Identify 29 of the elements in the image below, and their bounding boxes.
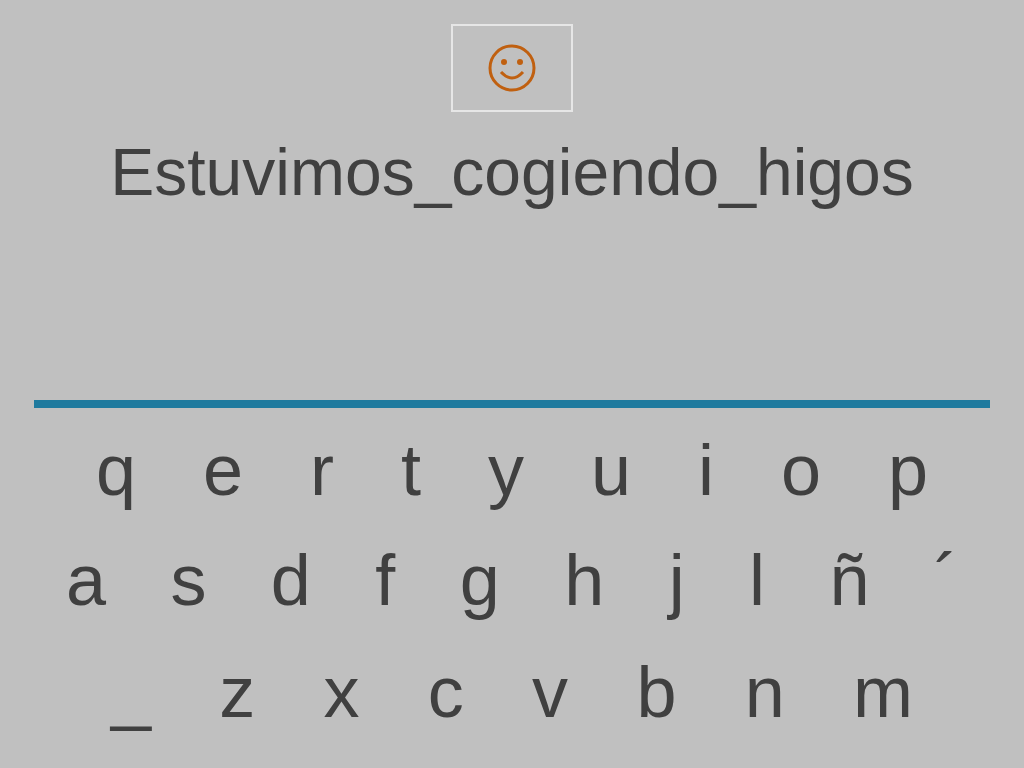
key-button[interactable]: r [306,428,338,512]
key-button[interactable]: u [586,428,635,512]
key-button[interactable]: j [664,538,689,622]
key-button[interactable]: c [423,650,468,734]
key-button[interactable]: m [849,650,917,734]
key-button[interactable]: d [266,538,315,622]
key-button[interactable]: g [455,538,504,622]
key-button[interactable]: e [199,428,248,512]
key-button[interactable]: ´ [929,538,962,622]
smiley-icon [486,42,538,94]
key-button[interactable]: b [632,650,681,734]
key-button[interactable]: i [693,428,718,512]
key-button[interactable]: p [883,428,932,512]
key-button[interactable]: a [62,538,111,622]
key-button[interactable]: v [528,650,573,734]
key-button[interactable]: t [397,428,425,512]
key-button[interactable]: x [319,650,364,734]
key-button[interactable]: n [740,650,789,734]
key-button[interactable]: ñ [825,538,874,622]
key-button[interactable]: z [215,650,260,734]
key-button[interactable]: _ [107,650,156,734]
sentence-text: Estuvimos_cogiendo_higos [110,134,914,211]
key-button[interactable]: o [776,428,825,512]
key-button[interactable]: h [560,538,609,622]
key-button[interactable]: q [92,428,141,512]
key-button[interactable]: l [745,538,770,622]
key-button[interactable]: f [371,538,400,622]
key-button[interactable]: s [166,538,211,622]
key-button[interactable]: y [483,428,528,512]
